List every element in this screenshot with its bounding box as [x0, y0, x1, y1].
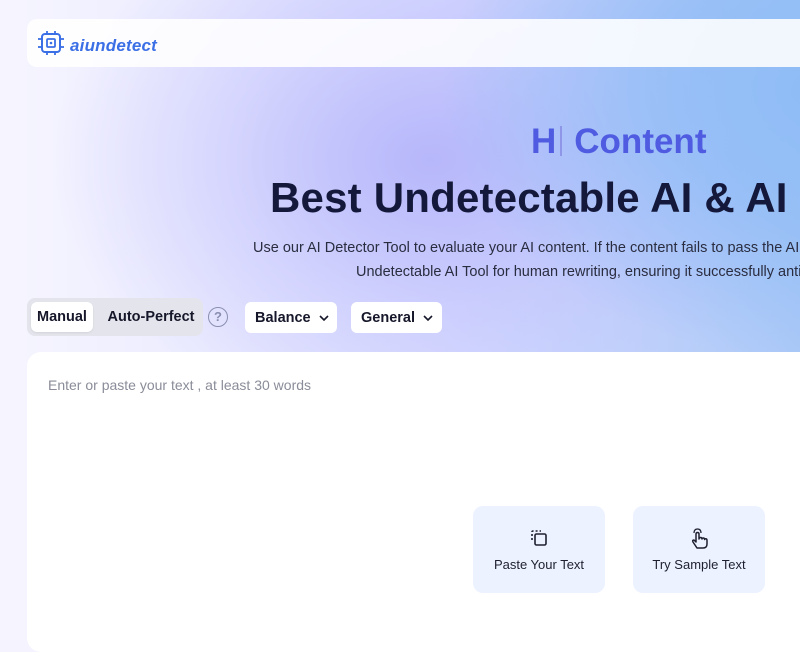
strength-dropdown-value: Balance	[255, 309, 311, 326]
editor-placeholder: Enter or paste your text , at least 30 w…	[48, 377, 312, 393]
chip-icon	[38, 31, 64, 60]
try-sample-button[interactable]: Try Sample Text	[633, 506, 765, 593]
text-editor[interactable]: Enter or paste your text , at least 30 w…	[27, 352, 800, 652]
purpose-dropdown[interactable]: General	[351, 302, 442, 333]
paste-text-label: Paste Your Text	[493, 557, 585, 572]
logo-text: aiundetect	[70, 35, 158, 55]
typing-prefix: H	[531, 122, 557, 161]
chevron-down-icon	[423, 310, 433, 326]
mode-auto-perfect-button[interactable]: Auto-Perfect	[103, 302, 199, 332]
purpose-dropdown-value: General	[361, 309, 415, 326]
typing-word: Content	[574, 122, 707, 161]
chevron-down-icon	[319, 310, 329, 326]
question-circle-icon[interactable]: ?	[208, 307, 228, 327]
mode-manual-button[interactable]: Manual	[31, 302, 93, 332]
strength-dropdown[interactable]: Balance	[245, 302, 337, 333]
subtitle-line-1: Use our AI Detector Tool to evaluate you…	[253, 240, 800, 256]
typing-headline: H Content	[531, 122, 706, 162]
page-title: Best Undetectable AI & AI	[270, 174, 788, 221]
logo[interactable]: aiundetect	[38, 31, 157, 60]
paste-icon	[529, 528, 549, 551]
typing-cursor	[560, 126, 563, 156]
top-nav-bar: aiundetect	[27, 19, 800, 67]
paste-text-button[interactable]: Paste Your Text	[473, 506, 605, 593]
mode-toggle: Manual Auto-Perfect	[27, 298, 203, 336]
try-sample-label: Try Sample Text	[652, 557, 746, 572]
hand-pointer-icon	[689, 528, 709, 553]
subtitle-line-2: Undetectable AI Tool for human rewriting…	[356, 264, 800, 280]
